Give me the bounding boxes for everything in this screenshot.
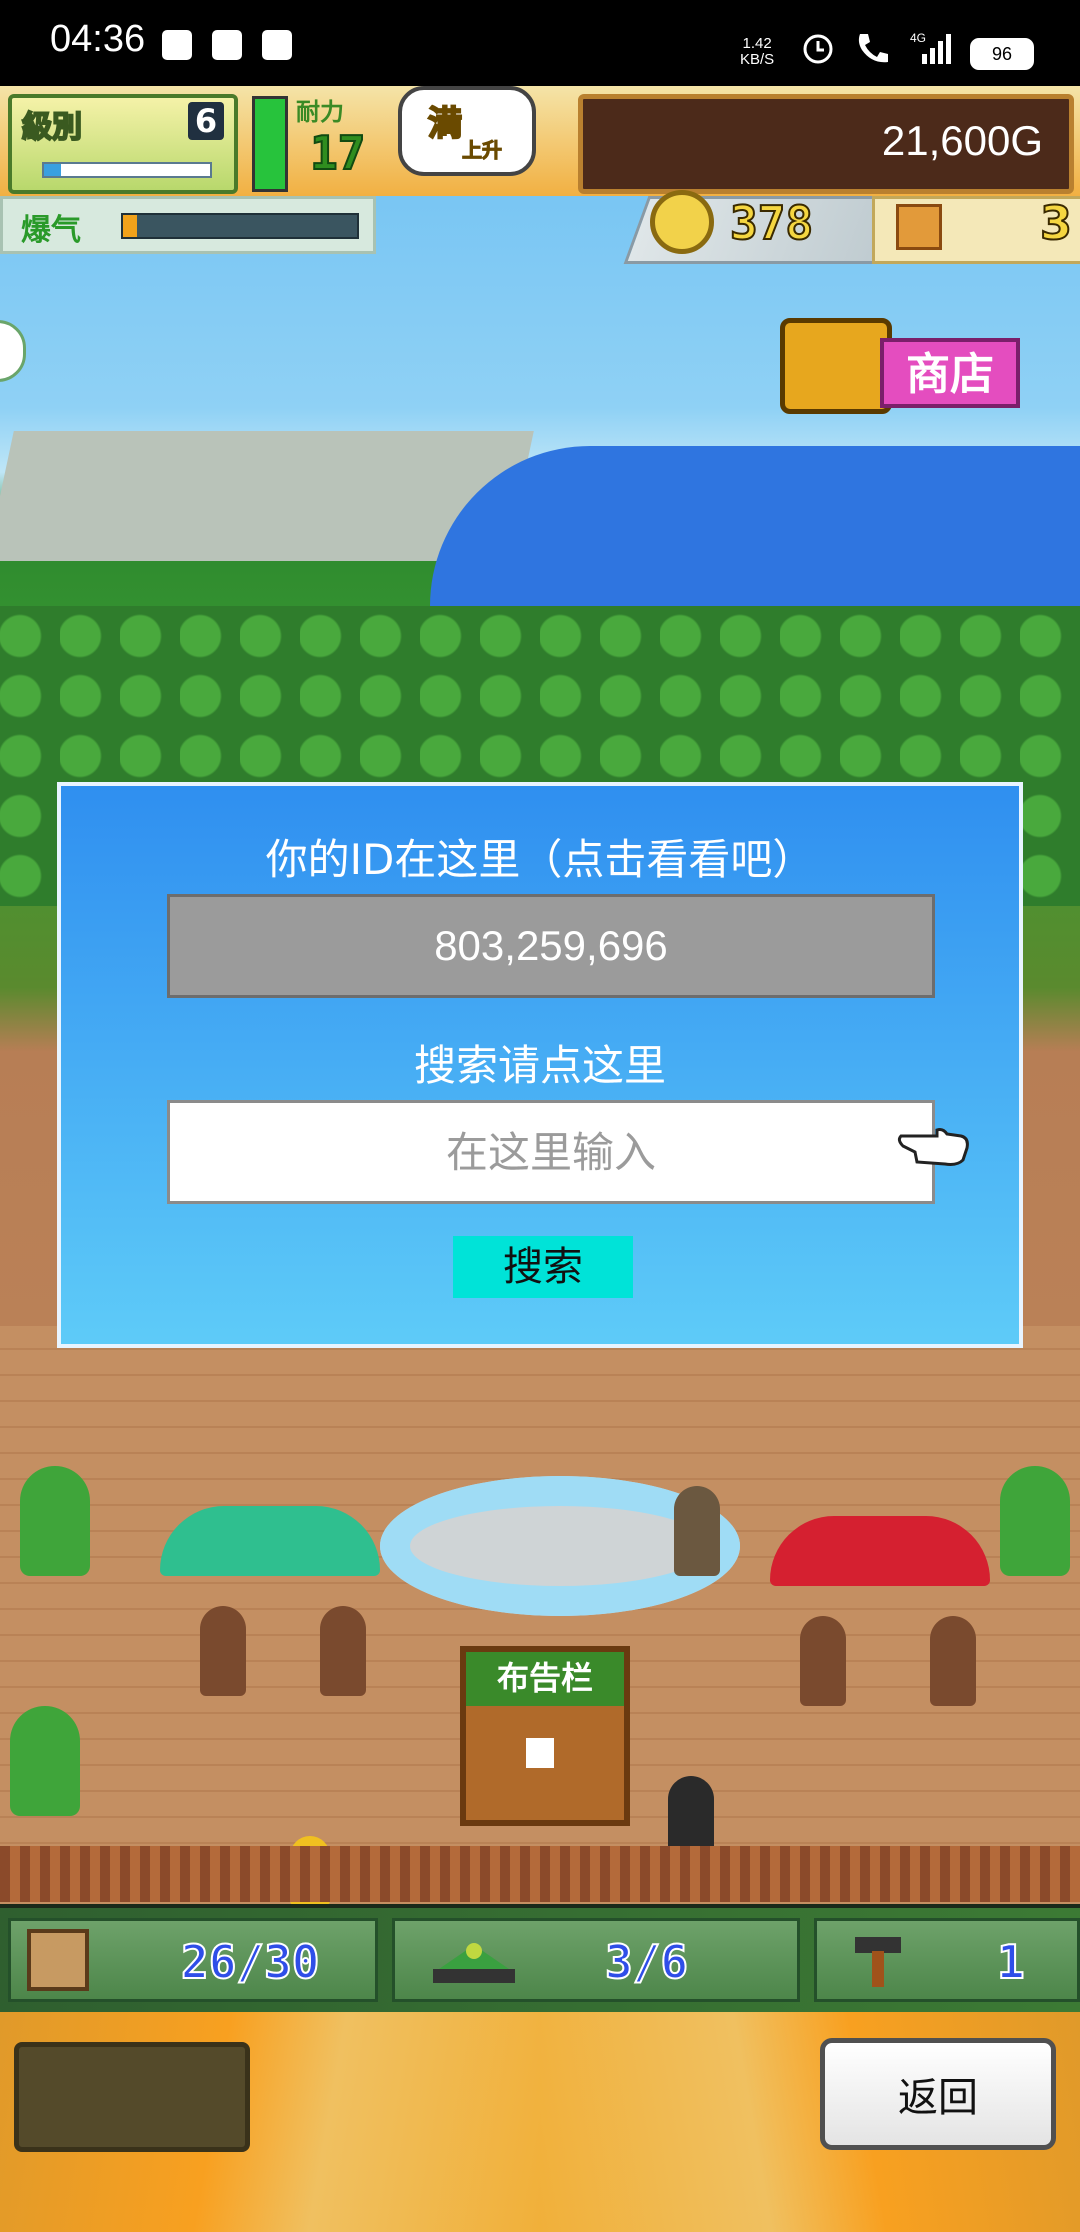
gold-panel: 21,600G xyxy=(578,94,1074,194)
red-umbrella xyxy=(770,1516,990,1586)
customer[interactable] xyxy=(800,1616,846,1706)
hand-pointer-icon xyxy=(897,1128,969,1166)
airplane-icon xyxy=(433,1943,515,1983)
signal-icon: 4G xyxy=(910,31,951,64)
bulletin-board[interactable]: 布告栏 xyxy=(460,1646,630,1826)
hype-fill xyxy=(123,215,138,237)
green-umbrella xyxy=(160,1506,380,1576)
bottom-hud: 26/30 3/6 1 xyxy=(0,1904,1080,2016)
treasure-chest-icon xyxy=(780,318,892,414)
level-value: 6 xyxy=(188,102,224,140)
fence xyxy=(0,1846,1080,1902)
top-hud: 級別 6 耐力 17 満 上升 21,600G xyxy=(0,86,1080,196)
level-label: 級別 xyxy=(21,109,83,146)
box-count: 3 xyxy=(1039,195,1073,251)
full-stamina-bubble: 満 上升 xyxy=(398,86,536,176)
status-bar: 04:36 1.42 KB/S 4G 96 xyxy=(0,0,1080,86)
hype-panel: 爆气 xyxy=(0,196,376,254)
bulletin-board-label: 布告栏 xyxy=(466,1652,624,1706)
network-speed-unit: KB/S xyxy=(740,51,775,68)
empty-action-slot[interactable] xyxy=(14,2042,250,2152)
network-type: 4G xyxy=(910,31,926,45)
back-button[interactable]: 返回 xyxy=(820,2038,1056,2150)
search-button[interactable]: 搜索 xyxy=(453,1236,633,1298)
stamina-gauge xyxy=(252,96,288,192)
id-search-dialog: 你的ID在这里（点击看看吧） 803,259,696 搜索请点这里 搜索 xyxy=(57,782,1023,1348)
bulletin-note xyxy=(526,1738,554,1768)
stamina-label: 耐力 xyxy=(296,98,344,126)
hype-label: 爆气 xyxy=(21,213,81,248)
search-input[interactable] xyxy=(167,1100,935,1204)
envelope-icon xyxy=(162,30,192,60)
customer[interactable] xyxy=(930,1616,976,1706)
phone-icon xyxy=(858,34,888,63)
medal-icon xyxy=(650,190,714,254)
stamina-value: 17 xyxy=(309,125,366,181)
bag-head-character[interactable] xyxy=(674,1486,720,1576)
level-panel[interactable]: 級別 6 xyxy=(8,94,238,194)
airplane-slot[interactable]: 3/6 xyxy=(392,1918,800,2002)
tool-count: 1 xyxy=(996,1934,1026,1990)
network-speed: 1.42 KB/S xyxy=(740,36,774,68)
gold-value: 21,600G xyxy=(881,117,1043,164)
player-id-field[interactable]: 803,259,696 xyxy=(167,894,935,998)
weibo-icon xyxy=(262,30,292,60)
hype-bar xyxy=(121,213,359,239)
bottom-panel: 返回 xyxy=(0,2012,1080,2232)
potted-plant xyxy=(10,1706,80,1816)
medal-count: 378 xyxy=(729,195,814,251)
id-title: 你的ID在这里（点击看看吧） xyxy=(265,835,815,884)
status-time: 04:36 xyxy=(50,18,146,60)
tool-slot[interactable]: 1 xyxy=(814,1918,1080,2002)
level-progress-bar xyxy=(42,162,212,178)
battery-icon: 96 xyxy=(970,38,1034,70)
hammer-icon xyxy=(855,1937,901,1987)
level-progress-fill xyxy=(44,164,61,176)
box-icon xyxy=(896,204,942,250)
potted-plant xyxy=(20,1466,90,1576)
network-speed-value: 1.42 xyxy=(742,35,772,52)
crate-slot[interactable]: 26/30 xyxy=(8,1918,378,2002)
shop-button[interactable]: 商店 xyxy=(780,310,1042,420)
customer[interactable] xyxy=(200,1606,246,1696)
notification-bell-icon xyxy=(212,30,242,60)
search-title: 搜索请点这里 xyxy=(413,1041,666,1090)
customer[interactable] xyxy=(320,1606,366,1696)
battery-level: 96 xyxy=(991,44,1013,64)
stamina-fill xyxy=(255,99,285,189)
shop-label: 商店 xyxy=(880,338,1020,408)
full-label: 満 xyxy=(427,103,463,145)
crate-icon xyxy=(27,1929,89,1991)
alarm-icon xyxy=(803,34,833,64)
potted-plant xyxy=(1000,1466,1070,1576)
crate-count: 26/30 xyxy=(180,1934,320,1990)
airplane-count: 3/6 xyxy=(604,1934,689,1990)
full-sub-label: 上升 xyxy=(462,138,503,163)
